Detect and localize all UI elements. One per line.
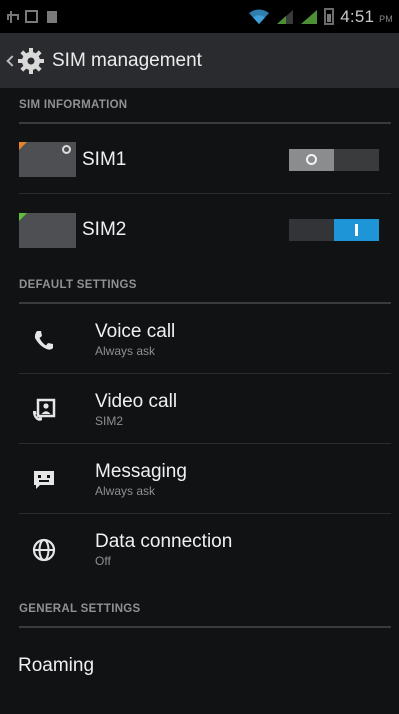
clock-ampm: PM [379, 13, 393, 24]
phone-icon [34, 330, 53, 350]
storage-icon [47, 10, 57, 23]
setting-row-video-call[interactable]: Video call SIM2 [19, 376, 391, 444]
notification-icons [6, 10, 57, 24]
setting-subtitle-messaging: Always ask [95, 483, 156, 498]
sim2-color-corner [19, 212, 27, 221]
toggle-on-icon [355, 224, 358, 236]
toggle-off-side [289, 148, 334, 171]
setting-row-voice-call[interactable]: Voice call Always ask [19, 306, 391, 374]
sim1-color-corner [19, 142, 27, 150]
system-icons: 4:51 PM [248, 7, 393, 27]
setting-text: Voice call Always ask [95, 321, 175, 359]
sim2-card-icon [19, 212, 76, 248]
clock-time: 4:51 [340, 6, 375, 26]
sim2-label: SIM2 [82, 219, 127, 240]
setting-title-roaming: Roaming [18, 655, 95, 676]
section-header-general-settings: GENERAL SETTINGS [19, 592, 391, 628]
gear-icon [18, 47, 44, 74]
setting-row-data-connection[interactable]: Data connection Off [19, 516, 391, 584]
setting-text: Data connection Off [95, 531, 232, 569]
setting-text: Video call SIM2 [95, 391, 177, 429]
usb-icon [6, 10, 19, 24]
wifi-icon [249, 9, 270, 24]
setting-text: Messaging Always ask [95, 461, 187, 499]
sim1-card-icon [19, 142, 76, 177]
action-bar[interactable]: SIM management [0, 33, 399, 88]
setting-subtitle-video-call: SIM2 [95, 413, 124, 428]
video-call-icon [33, 398, 56, 421]
screen: 4:51 PM SIM management SIM INFORMATION S… [0, 0, 399, 714]
section-header-default-settings: DEFAULT SETTINGS [19, 268, 391, 304]
status-bar: 4:51 PM [0, 0, 399, 33]
setting-row-roaming[interactable]: Roaming [18, 632, 391, 700]
signal-icon [301, 9, 318, 24]
section-header-sim-information: SIM INFORMATION [19, 88, 391, 124]
setting-subtitle-data-connection: Off [95, 554, 111, 568]
settings-dot-icon [62, 145, 71, 154]
message-icon [34, 470, 54, 489]
picture-icon [25, 10, 38, 23]
toggle-on-side [334, 148, 379, 171]
toggle-off-icon [306, 153, 317, 165]
setting-row-messaging[interactable]: Messaging Always ask [19, 446, 391, 514]
setting-subtitle-voice-call: Always ask [95, 343, 156, 358]
sim-row-sim1[interactable]: SIM1 [19, 126, 391, 194]
sim1-toggle[interactable] [289, 148, 379, 171]
setting-title-messaging: Messaging [95, 460, 187, 482]
signal-icon [277, 9, 294, 24]
toggle-off-side [289, 219, 334, 241]
toggle-on-side [334, 219, 379, 241]
globe-icon [32, 538, 56, 562]
setting-title-data-connection: Data connection [95, 531, 233, 552]
sim2-toggle[interactable] [289, 219, 379, 241]
back-caret-icon[interactable] [6, 52, 14, 70]
page-title: SIM management [52, 49, 202, 71]
setting-title-voice-call: Voice call [95, 320, 176, 342]
sim-row-sim2[interactable]: SIM2 [19, 196, 391, 264]
battery-icon [324, 8, 335, 25]
sim1-label: SIM1 [82, 148, 127, 170]
clock: 4:51 PM [340, 7, 393, 27]
setting-title-video-call: Video call [95, 390, 178, 412]
